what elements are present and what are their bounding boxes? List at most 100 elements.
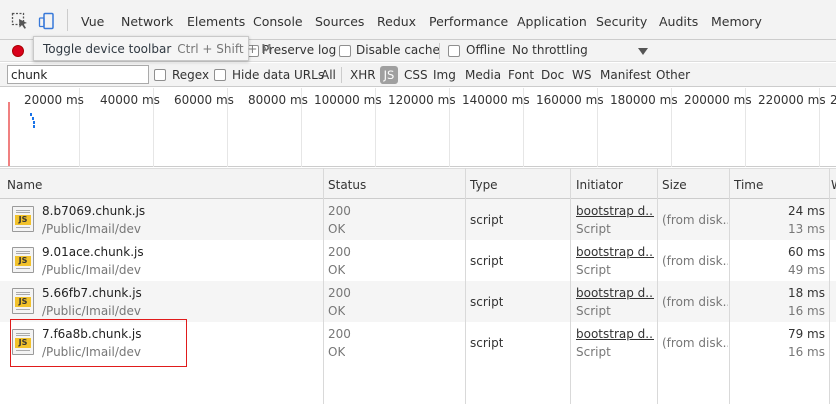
tooltip-shortcut: Ctrl + Shift + M <box>177 42 272 56</box>
status-text: OK <box>328 222 346 236</box>
tab-sources[interactable]: Sources <box>315 14 364 29</box>
filter-bar: Regex Hide data URLs All XHR JS CSS Img … <box>0 63 836 87</box>
column-header-name[interactable]: Name <box>7 178 42 192</box>
filter-type-manifest[interactable]: Manifest <box>600 68 651 82</box>
toolbar-divider <box>67 9 68 31</box>
filter-divider <box>341 67 342 83</box>
request-latency: 49 ms <box>787 263 825 277</box>
js-file-icon: JS <box>12 206 34 232</box>
table-row[interactable]: JS 5.66fb7.chunk.js /Public/Imail/dev 20… <box>0 281 836 322</box>
table-row[interactable]: JS 9.01ace.chunk.js /Public/Imail/dev 20… <box>0 240 836 281</box>
request-name: 8.b7069.chunk.js <box>42 204 146 218</box>
status-code: 200 <box>328 327 351 341</box>
request-bar <box>30 113 32 116</box>
filter-type-js[interactable]: JS <box>380 66 398 84</box>
hide-data-urls-label[interactable]: Hide data URLs <box>232 68 324 82</box>
preserve-log-label[interactable]: Preserve log <box>262 43 336 57</box>
status-code: 200 <box>328 286 351 300</box>
filter-type-all[interactable]: All <box>321 68 336 82</box>
device-toolbar-tooltip: Toggle device toolbar Ctrl + Shift + M <box>33 36 272 61</box>
request-time: 18 ms <box>787 286 825 300</box>
initiator-link[interactable]: bootstrap d... <box>576 204 654 218</box>
requests-table-header: Name Status Type Initiator Size Time W <box>0 168 836 199</box>
request-time: 79 ms <box>787 327 825 341</box>
tab-elements[interactable]: Elements <box>187 14 245 29</box>
column-divider <box>465 168 466 404</box>
initiator-link[interactable]: bootstrap d... <box>576 245 654 259</box>
load-event-marker <box>8 102 10 166</box>
timeline-tick: 60000 ms <box>174 93 234 107</box>
request-name: 5.66fb7.chunk.js <box>42 286 142 300</box>
filter-type-media[interactable]: Media <box>465 68 501 82</box>
filter-type-xhr[interactable]: XHR <box>350 68 376 82</box>
offline-checkbox[interactable] <box>448 45 460 57</box>
tab-application[interactable]: Application <box>517 14 587 29</box>
filter-input[interactable] <box>7 65 149 84</box>
chevron-down-icon[interactable] <box>638 48 648 55</box>
request-bar <box>32 117 34 120</box>
status-code: 200 <box>328 245 351 259</box>
status-code: 200 <box>328 204 351 218</box>
record-button[interactable] <box>12 45 24 57</box>
inspect-element-icon[interactable] <box>11 12 29 30</box>
column-divider <box>323 168 324 404</box>
request-type: script <box>470 213 504 227</box>
filter-type-img[interactable]: Img <box>433 68 456 82</box>
request-type: script <box>470 336 504 350</box>
timeline-tick: 2 <box>830 93 836 107</box>
filter-type-ws[interactable]: WS <box>572 68 591 82</box>
request-bar <box>33 121 35 124</box>
tab-network[interactable]: Network <box>121 14 173 29</box>
filter-type-doc[interactable]: Doc <box>541 68 564 82</box>
regex-checkbox[interactable] <box>154 69 166 81</box>
initiator-type: Script <box>576 345 611 359</box>
column-header-time[interactable]: Time <box>734 178 763 192</box>
request-size: (from disk... <box>662 213 728 227</box>
timeline-tick: 140000 ms <box>462 93 530 107</box>
column-header-initiator[interactable]: Initiator <box>576 178 623 192</box>
table-row[interactable]: JS 8.b7069.chunk.js /Public/Imail/dev 20… <box>0 199 836 240</box>
tab-audits[interactable]: Audits <box>659 14 698 29</box>
initiator-link[interactable]: bootstrap d... <box>576 286 654 300</box>
initiator-type: Script <box>576 304 611 318</box>
request-bar <box>33 125 35 128</box>
column-divider <box>729 168 730 404</box>
timeline-tick: 200000 ms <box>684 93 752 107</box>
request-path: /Public/Imail/dev <box>42 222 141 236</box>
regex-label[interactable]: Regex <box>172 68 209 82</box>
device-toolbar-icon[interactable] <box>38 12 56 30</box>
tab-redux[interactable]: Redux <box>377 14 416 29</box>
js-file-icon: JS <box>12 247 34 273</box>
column-header-waterfall[interactable]: W <box>831 178 836 192</box>
tab-vue[interactable]: Vue <box>81 14 104 29</box>
devtools-tabbar: Vue Network Elements Console Sources Red… <box>0 0 836 40</box>
request-time: 24 ms <box>787 204 825 218</box>
tab-console[interactable]: Console <box>253 14 303 29</box>
throttling-select[interactable]: No throttling <box>512 43 588 57</box>
offline-label[interactable]: Offline <box>466 43 505 57</box>
column-header-status[interactable]: Status <box>328 178 366 192</box>
tab-memory[interactable]: Memory <box>711 14 762 29</box>
tab-performance[interactable]: Performance <box>429 14 508 29</box>
filter-type-font[interactable]: Font <box>508 68 534 82</box>
request-time: 60 ms <box>787 245 825 259</box>
initiator-link[interactable]: bootstrap d... <box>576 327 654 341</box>
disable-cache-checkbox[interactable] <box>339 45 351 57</box>
timeline-tick: 40000 ms <box>100 93 160 107</box>
filter-type-css[interactable]: CSS <box>404 68 428 82</box>
filter-type-other[interactable]: Other <box>656 68 690 82</box>
status-text: OK <box>328 263 346 277</box>
request-size: (from disk... <box>662 336 728 350</box>
column-header-type[interactable]: Type <box>470 178 498 192</box>
tooltip-text: Toggle device toolbar <box>43 42 172 56</box>
tab-security[interactable]: Security <box>596 14 647 29</box>
request-latency: 16 ms <box>787 345 825 359</box>
disable-cache-label[interactable]: Disable cache <box>356 43 440 57</box>
timeline-overview[interactable]: 20000 ms 40000 ms 60000 ms 80000 ms 1000… <box>0 88 836 167</box>
hide-data-urls-checkbox[interactable] <box>214 69 226 81</box>
column-header-size[interactable]: Size <box>662 178 687 192</box>
request-latency: 16 ms <box>787 304 825 318</box>
request-size: (from disk... <box>662 295 728 309</box>
status-text: OK <box>328 304 346 318</box>
request-type: script <box>470 254 504 268</box>
